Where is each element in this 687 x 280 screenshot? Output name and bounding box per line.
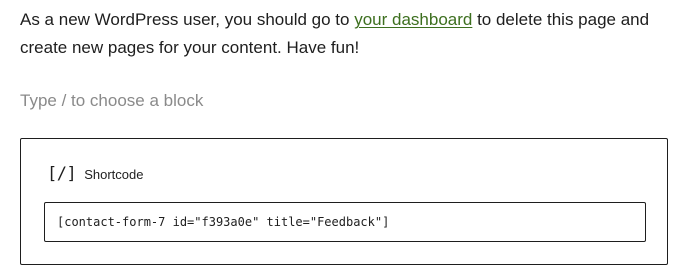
block-appender-placeholder[interactable]: Type / to choose a block [20,88,203,114]
shortcode-input[interactable] [44,202,646,242]
editor-canvas: As a new WordPress user, you should go t… [0,0,687,280]
shortcode-block-label: [/] Shortcode [47,164,143,184]
paragraph-text-start: As a new WordPress user, you should go t… [20,10,355,29]
dashboard-link[interactable]: your dashboard [354,10,472,29]
paragraph-block[interactable]: As a new WordPress user, you should go t… [20,6,670,62]
shortcode-label-text: Shortcode [84,166,144,182]
shortcode-block[interactable]: [/] Shortcode [20,138,668,265]
shortcode-icon: [/] [47,164,77,184]
